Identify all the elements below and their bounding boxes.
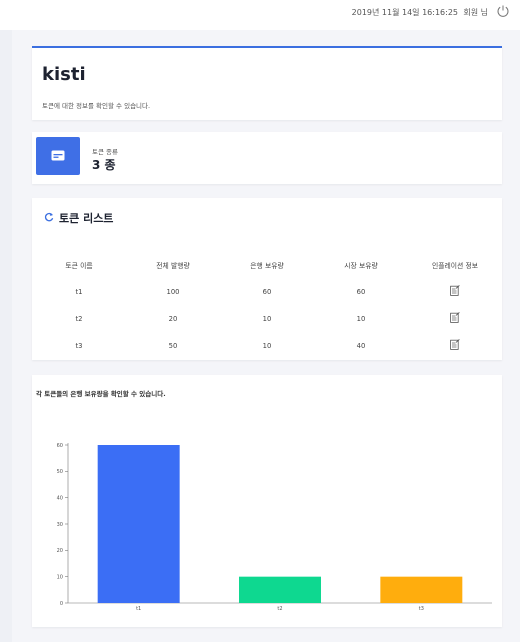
current-datetime: 2019년 11월 14일 16:16:25: [351, 8, 458, 17]
total-supply: 50: [168, 341, 178, 350]
token-list-card: 토큰 리스트 토큰 이름 전체 발행량 은행 보유량 시장 보유량 인플레이션 …: [32, 198, 502, 360]
token-table: 토큰 이름 전체 발행량 은행 보유량 시장 보유량 인플레이션 정보 t1 1…: [32, 252, 502, 359]
token-count-value: 3 종: [92, 158, 116, 172]
y-tick-label: 60: [57, 443, 63, 449]
y-tick-label: 10: [57, 574, 63, 580]
token-list-heading: 토큰 리스트: [59, 212, 114, 225]
market-holding: 60: [356, 287, 366, 296]
column-header: 전체 발행량: [156, 262, 190, 270]
inflation-info-cell: [408, 332, 502, 359]
bar-t1: [97, 445, 180, 603]
y-tick-label: 50: [57, 469, 63, 475]
edit-document-icon[interactable]: [450, 285, 460, 296]
refresh-icon[interactable]: [44, 212, 54, 222]
bank-holding: 60: [262, 287, 272, 296]
x-tick-label: t1: [136, 606, 141, 612]
x-tick-label: t2: [277, 606, 282, 612]
bar-t3: [380, 576, 463, 603]
bank-holdings-chart-card: 각 토큰들의 은행 보유량을 확인할 수 있습니다. 0 10 20 30 40 50 60…: [32, 375, 502, 627]
total-supply: 20: [168, 314, 178, 323]
top-bar: 2019년 11월 14일 16:16:25 회원 님: [0, 0, 520, 30]
user-label[interactable]: 회원 님: [463, 7, 488, 18]
token-name: t2: [75, 314, 83, 323]
table-row: t1 100 60 60: [32, 278, 502, 305]
bank-holding: 10: [262, 341, 272, 350]
y-tick-label: 30: [57, 522, 63, 528]
x-tick-label: t3: [419, 606, 424, 612]
token-name: t3: [75, 341, 83, 350]
sidebar-strip: [0, 30, 12, 642]
token-count-icon-box: [36, 137, 80, 175]
table-header-row: 토큰 이름 전체 발행량 은행 보유량 시장 보유량 인플레이션 정보: [32, 252, 502, 278]
token-name: t1: [75, 287, 83, 296]
y-tick-label: 20: [57, 548, 63, 554]
total-supply: 100: [166, 287, 180, 296]
token-count-label: 토큰 종류: [92, 148, 118, 156]
table-row: t3 50 10 40: [32, 332, 502, 359]
bar-t2: [239, 576, 321, 603]
edit-document-icon[interactable]: [450, 312, 460, 323]
market-holding: 10: [356, 314, 366, 323]
bank-holdings-chart: 0 10 20 30 40 50 60 t1 t2 t3: [57, 443, 492, 612]
inflation-info-cell: [408, 278, 502, 305]
y-tick-label: 40: [57, 495, 63, 501]
inflation-info-cell: [408, 305, 502, 332]
power-icon[interactable]: [496, 4, 510, 18]
market-holding: 40: [356, 341, 366, 350]
column-header: 은행 보유량: [250, 262, 284, 270]
y-tick-label: 0: [60, 601, 63, 607]
bank-holding: 10: [262, 314, 272, 323]
header-card: kisti 토큰에 대한 정보를 확인할 수 있습니다.: [32, 46, 502, 120]
column-header: 시장 보유량: [344, 262, 378, 270]
table-row: t2 20 10 10: [32, 305, 502, 332]
token-count-card: 토큰 종류 3 종: [32, 132, 502, 184]
page-title: kisti: [42, 64, 86, 85]
card-icon: [51, 150, 65, 161]
page-description: 토큰에 대한 정보를 확인할 수 있습니다.: [42, 102, 151, 110]
column-header: 토큰 이름: [65, 262, 93, 270]
edit-document-icon[interactable]: [450, 339, 460, 350]
column-header: 인플레이션 정보: [432, 262, 478, 270]
